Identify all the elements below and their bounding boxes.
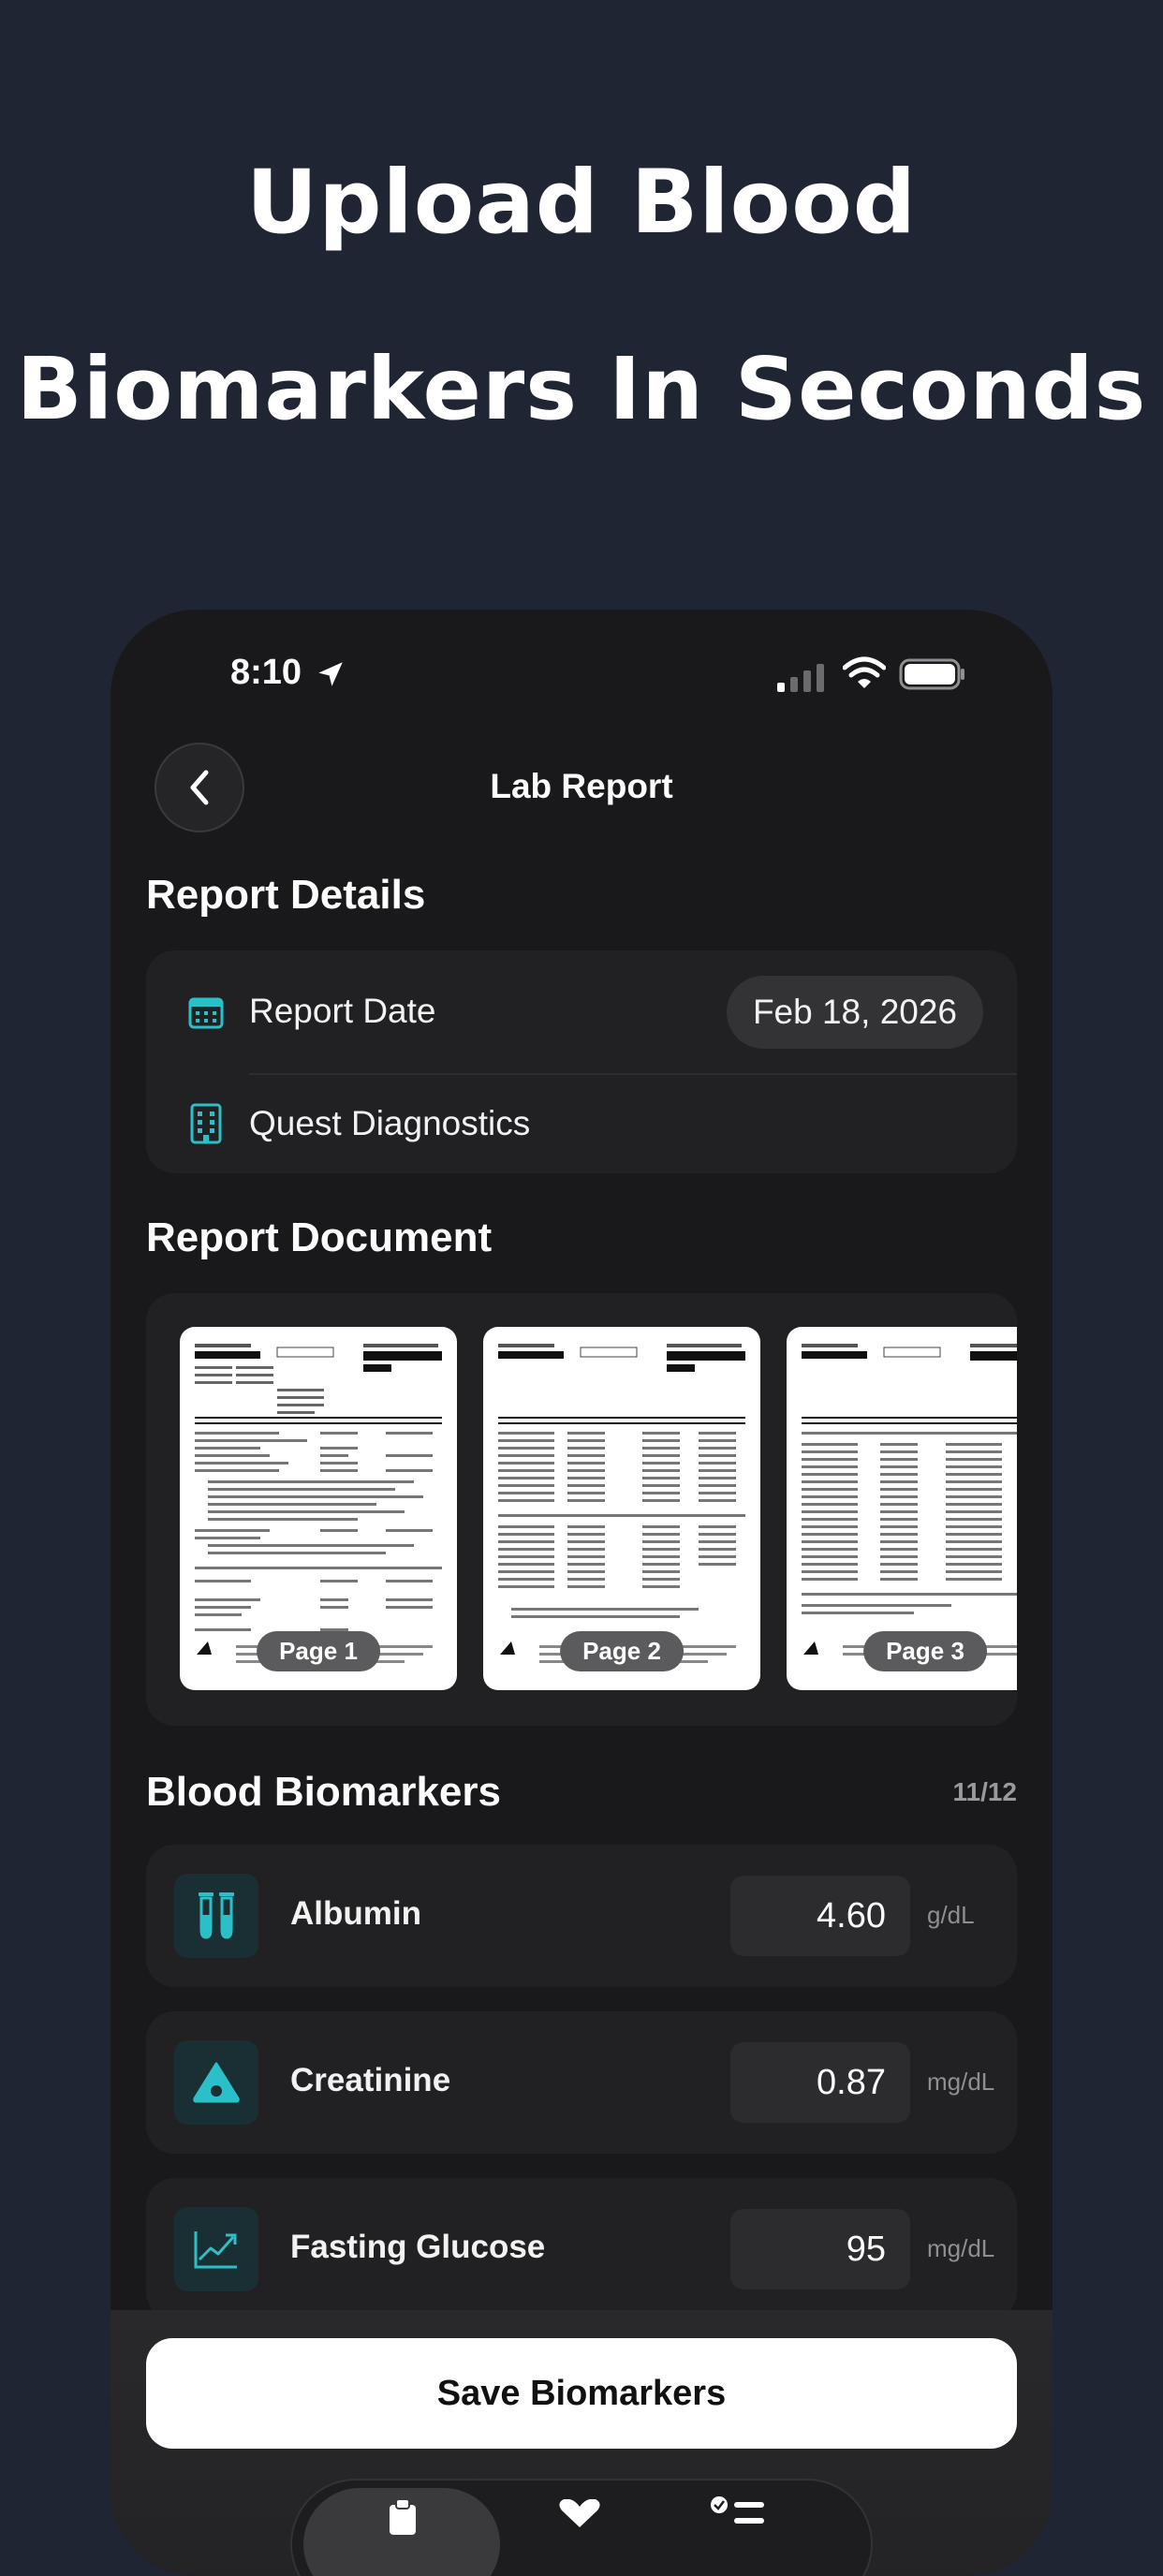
biomarker-value-input[interactable]: 0.87 [730, 2042, 910, 2123]
page-thumbnail[interactable]: Page 3 [787, 1327, 1017, 1690]
nav-title: Lab Report [490, 767, 673, 805]
biomarker-row[interactable]: Fasting Glucose 95 mg/dL [146, 2178, 1017, 2320]
report-document-title: Report Document [146, 1214, 493, 1260]
biomarker-count: 11/12 [952, 1777, 1017, 1806]
headline-line-2: Biomarkers In Seconds [16, 339, 1147, 439]
biomarker-unit: g/dL [927, 1901, 975, 1929]
report-document-card: Page 1 Page 2 Page 3 [146, 1293, 1017, 1726]
headline-line-1: Upload Blood [245, 152, 918, 254]
battery-icon [899, 658, 964, 690]
biomarker-value: 4.60 [817, 1896, 886, 1936]
biomarker-value-input[interactable]: 4.60 [730, 1876, 910, 1956]
tab-reports[interactable] [303, 2488, 500, 2576]
heart-icon[interactable] [556, 2499, 603, 2527]
page-label: Page 2 [560, 1631, 684, 1671]
tab-bar [290, 2479, 873, 2576]
page-thumbnail[interactable]: Page 1 [180, 1327, 457, 1690]
biomarker-name: Creatinine [290, 2062, 451, 2098]
status-time: 8:10 [230, 653, 302, 692]
biomarker-value-input[interactable]: 95 [730, 2209, 910, 2289]
lab-provider-label: Quest Diagnostics [249, 1104, 531, 1142]
biomarker-name: Fasting Glucose [290, 2229, 546, 2265]
page-label: Page 1 [257, 1631, 380, 1671]
calendar-icon [188, 997, 224, 1029]
biomarker-name: Albumin [290, 1895, 421, 1932]
save-biomarkers-button[interactable]: Save Biomarkers [146, 2338, 1017, 2449]
biomarker-unit: mg/dL [927, 2234, 995, 2262]
checklist-icon[interactable] [710, 2495, 766, 2527]
drop-icon [193, 2062, 240, 2103]
biomarker-icon-box [174, 2207, 258, 2291]
report-date-label: Report Date [249, 992, 436, 1030]
biomarker-unit: mg/dL [927, 2068, 995, 2096]
biomarker-value: 95 [846, 2230, 886, 2269]
biomarker-value: 0.87 [817, 2063, 886, 2102]
cellular-signal-icon [777, 664, 824, 692]
page-thumbnail[interactable]: Page 2 [483, 1327, 760, 1690]
clipboard-icon [390, 2498, 416, 2535]
biomarker-icon-box [174, 1874, 258, 1958]
test-tubes-icon [199, 1892, 234, 1939]
report-details-card: Report Date Feb 18, 2026 Quest Diagnosti… [146, 950, 1017, 1173]
report-details-title: Report Details [146, 872, 426, 918]
phone-screen: 8:10 Lab Report Report Details Report Da… [110, 610, 1053, 2576]
building-icon [190, 1103, 222, 1144]
bottom-action-bar: Save Biomarkers [110, 2310, 1053, 2576]
report-date-picker[interactable]: Feb 18, 2026 [726, 976, 983, 1049]
page-label: Page 3 [863, 1631, 987, 1671]
trend-chart-icon [194, 2231, 237, 2269]
biomarker-row[interactable]: Albumin 4.60 g/dL [146, 1845, 1017, 1987]
wifi-icon [843, 656, 886, 688]
biomarker-icon-box [174, 2040, 258, 2125]
divider [249, 1073, 1017, 1075]
location-arrow-icon [318, 662, 343, 686]
biomarker-row[interactable]: Creatinine 0.87 mg/dL [146, 2011, 1017, 2154]
biomarkers-title: Blood Biomarkers [146, 1769, 501, 1815]
